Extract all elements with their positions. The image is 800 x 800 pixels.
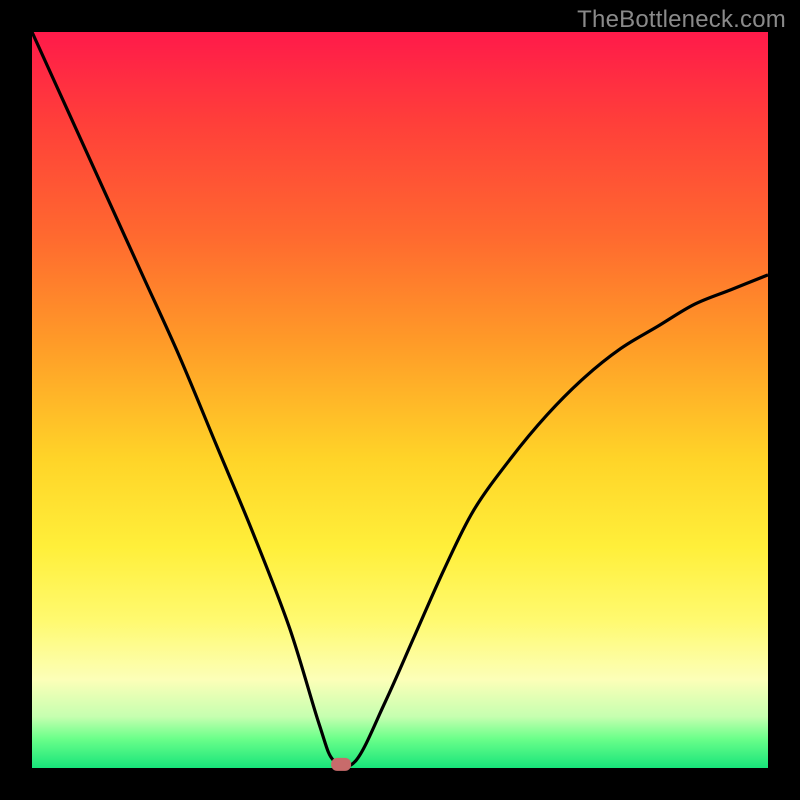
optimal-point-marker xyxy=(331,758,351,771)
watermark-text: TheBottleneck.com xyxy=(577,6,786,34)
chart-frame: TheBottleneck.com xyxy=(0,0,800,800)
bottleneck-curve xyxy=(32,32,768,768)
curve-line xyxy=(32,32,768,767)
